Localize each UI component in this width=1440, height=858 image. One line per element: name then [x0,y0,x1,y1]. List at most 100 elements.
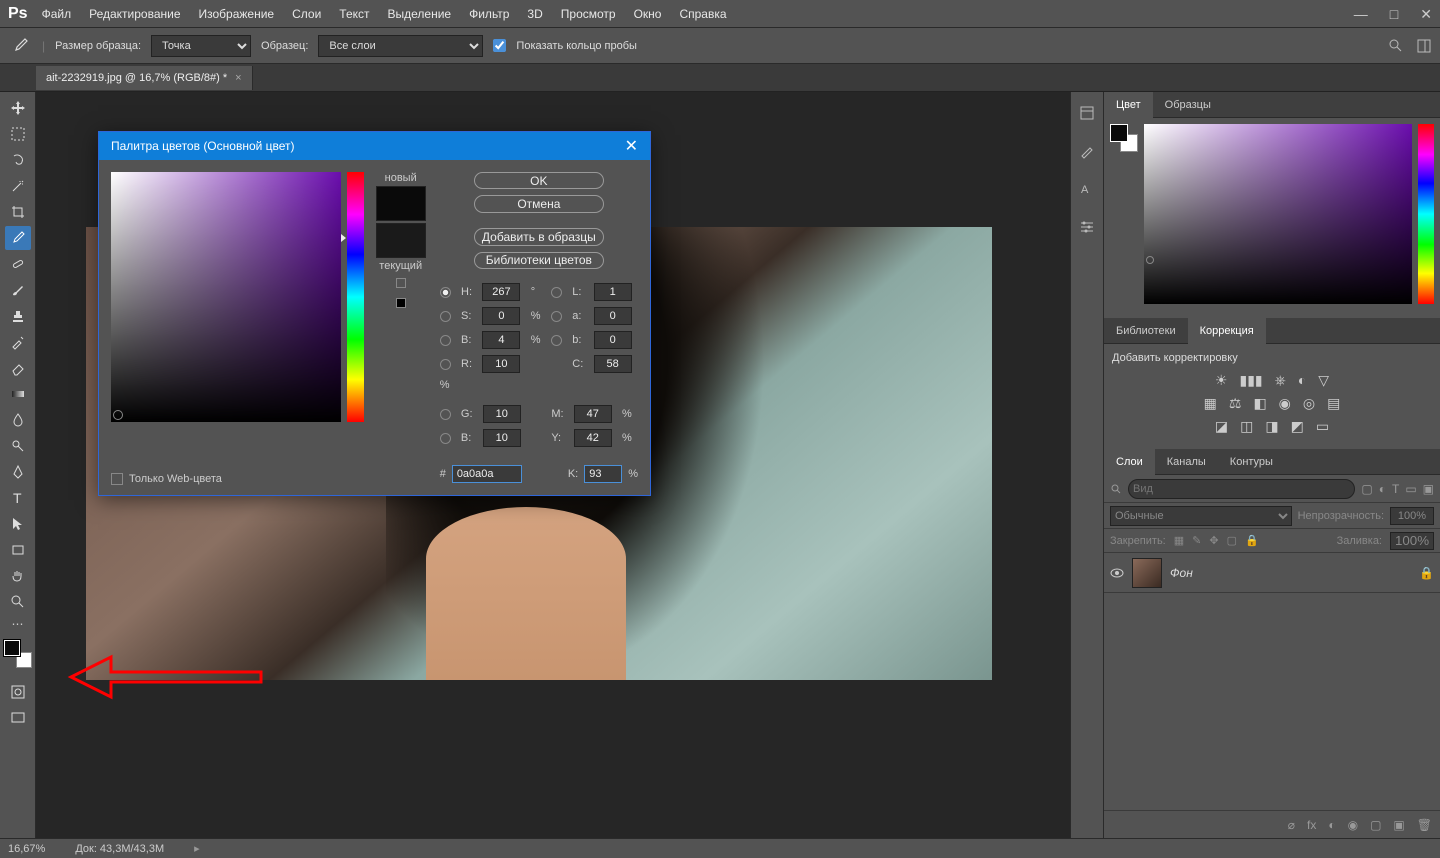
blur-tool[interactable] [5,408,31,432]
color-swatches[interactable] [4,640,32,668]
visibility-icon[interactable] [1110,566,1124,580]
menu-3d[interactable]: 3D [527,7,542,21]
g-radio[interactable] [440,409,451,420]
s-radio[interactable] [440,311,451,322]
brush-panel-icon[interactable] [1076,140,1098,162]
eraser-tool[interactable] [5,356,31,380]
menu-image[interactable]: Изображение [199,7,275,21]
color-tab[interactable]: Цвет [1104,92,1153,118]
zoom-tool[interactable] [5,590,31,614]
text-tool[interactable]: T [5,486,31,510]
menu-file[interactable]: Файл [42,7,72,21]
close-icon[interactable]: ✕ [1420,7,1432,21]
cube-icon[interactable] [396,278,406,288]
healing-tool[interactable] [5,252,31,276]
dialog-close-icon[interactable]: ✕ [625,136,638,156]
quickmask-tool[interactable] [5,680,31,704]
menu-window[interactable]: Окно [634,7,662,21]
balance-icon[interactable]: ⚖ [1229,395,1242,412]
fx-icon[interactable]: fx [1307,818,1316,832]
lock-pos-icon[interactable]: ✥ [1209,534,1218,547]
char-panel-icon[interactable]: A [1076,178,1098,200]
photo-filter-icon[interactable]: ◉ [1279,395,1291,412]
maximize-icon[interactable]: □ [1390,7,1398,21]
lock-all-icon[interactable]: 🔒 [1245,534,1259,547]
minimize-icon[interactable]: — [1354,7,1368,21]
lock-frame-icon[interactable]: ▢ [1227,534,1237,547]
menu-text[interactable]: Текст [339,7,369,21]
stamp-tool[interactable] [5,304,31,328]
layer-lock-icon[interactable]: 🔒 [1419,566,1434,580]
hue-icon[interactable]: ▦ [1204,395,1217,412]
prefs-panel-icon[interactable] [1076,216,1098,238]
c-input[interactable] [594,355,632,373]
delete-layer-icon[interactable]: 🗑 [1417,818,1432,832]
panel-layout-icon[interactable] [1416,38,1432,54]
filter-text-icon[interactable]: T [1392,482,1399,496]
lock-transparent-icon[interactable]: ▦ [1174,534,1184,547]
k-input[interactable] [584,465,622,483]
rectangle-tool[interactable] [5,538,31,562]
brightness-icon[interactable]: ☀ [1215,372,1228,389]
eyedropper-icon[interactable] [8,34,32,58]
libraries-tab[interactable]: Библиотеки [1104,318,1188,344]
fill-input[interactable] [1390,532,1434,550]
b-radio[interactable] [551,335,562,346]
foreground-color-swatch[interactable] [4,640,20,656]
move-tool[interactable] [5,96,31,120]
layers-tab[interactable]: Слои [1104,449,1155,475]
filter-smart-icon[interactable]: ▣ [1423,482,1434,496]
group-icon[interactable]: ▢ [1370,818,1381,832]
panel-color-swatches[interactable] [1110,124,1138,152]
invert-icon[interactable]: ◪ [1215,418,1228,435]
new-layer-icon[interactable]: ▣ [1393,818,1404,832]
sample-select[interactable]: Все слои [318,35,483,57]
layer-filter-input[interactable] [1128,479,1355,499]
threshold-icon[interactable]: ◨ [1265,418,1278,435]
r-radio[interactable] [440,359,451,370]
menu-edit[interactable]: Редактирование [89,7,180,21]
screenmode-tool[interactable] [5,706,31,730]
channels-tab[interactable]: Каналы [1155,449,1218,475]
bv-radio[interactable] [440,433,451,444]
bw-icon[interactable]: ◧ [1253,395,1266,412]
a-radio[interactable] [551,311,562,322]
close-tab-icon[interactable]: × [235,72,241,84]
y-input[interactable] [574,429,612,447]
eyedropper-tool[interactable] [5,226,31,250]
wand-tool[interactable] [5,174,31,198]
history-brush-tool[interactable] [5,330,31,354]
adj-layer-icon[interactable]: ◉ [1348,818,1358,832]
h-input[interactable] [482,283,520,301]
pen-tool[interactable] [5,460,31,484]
hue-slider[interactable] [347,172,364,422]
search-icon[interactable] [1388,38,1404,54]
b-input[interactable] [594,331,632,349]
hand-tool[interactable] [5,564,31,588]
a-input[interactable] [594,307,632,325]
saturation-box[interactable] [111,172,341,422]
black-cube-icon[interactable] [396,298,406,308]
add-swatch-button[interactable]: Добавить в образцы [474,228,604,245]
current-color-swatch[interactable] [376,223,426,258]
cancel-button[interactable]: Отмена [474,195,604,212]
hex-input[interactable] [452,465,522,483]
crop-tool[interactable] [5,200,31,224]
adjustments-tab[interactable]: Коррекция [1188,318,1266,344]
lut-icon[interactable]: ▤ [1327,395,1340,412]
sample-size-select[interactable]: Точка [151,35,251,57]
menu-help[interactable]: Справка [679,7,726,21]
show-ring-checkbox[interactable] [493,39,506,52]
mixer-icon[interactable]: ◎ [1303,395,1315,412]
r-input[interactable] [482,355,520,373]
gradient-tool[interactable] [5,382,31,406]
s-input[interactable] [482,307,520,325]
doc-info-chevron-icon[interactable]: ▸ [194,842,200,855]
bv-input[interactable] [483,429,521,447]
filter-img-icon[interactable]: ▢ [1361,482,1372,496]
brush-tool[interactable] [5,278,31,302]
doc-info[interactable]: Док: 43,3M/43,3M [75,843,164,855]
mask-icon[interactable]: ◐ [1328,818,1335,832]
l-radio[interactable] [551,287,562,298]
selective-icon[interactable]: ◩ [1291,418,1304,435]
